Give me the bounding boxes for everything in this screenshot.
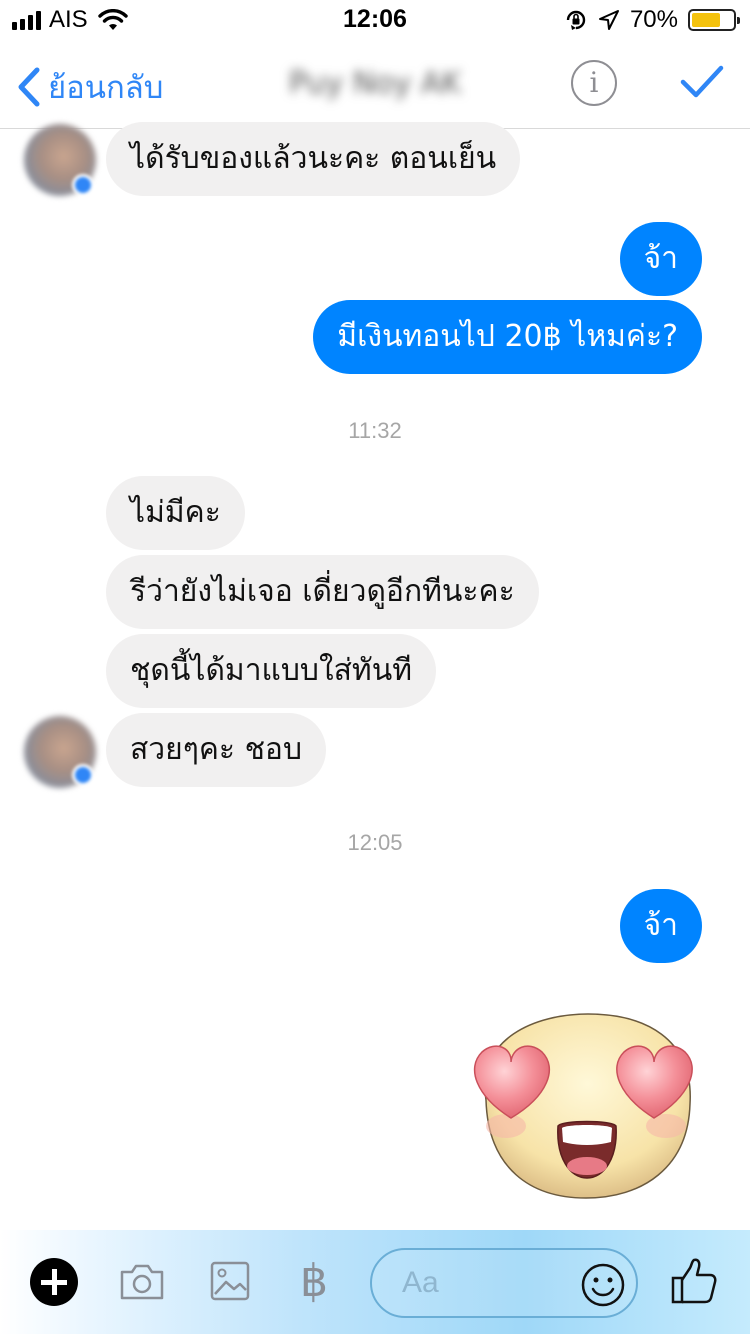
- message-input-placeholder: Aa: [402, 1266, 439, 1299]
- battery-icon: [688, 9, 740, 31]
- message-bubble-incoming[interactable]: ได้รับของแล้วนะคะ ตอนเย็น: [106, 122, 521, 196]
- messenger-badge-icon: [72, 764, 94, 786]
- heart-eyes-emoji-sticker[interactable]: [466, 1008, 706, 1208]
- checkmark-icon[interactable]: [680, 64, 724, 100]
- message-bubble-incoming[interactable]: สวยๆคะ ชอบ: [106, 713, 326, 787]
- message-bubble-outgoing[interactable]: มีเงินทอนไป 20฿ ไหมค่ะ?: [313, 300, 702, 374]
- message-bubble-outgoing[interactable]: จ้า: [619, 889, 702, 963]
- orientation-lock-icon: [566, 10, 586, 30]
- info-button[interactable]: i: [571, 60, 617, 106]
- baht-icon[interactable]: ฿: [300, 1254, 328, 1310]
- message-bubble-incoming[interactable]: ไม่มีคะ: [106, 476, 245, 550]
- battery-percent: 70%: [629, 6, 678, 33]
- messenger-badge-icon: [72, 174, 94, 196]
- message-composer: ฿ Aa: [0, 1230, 750, 1334]
- thumbs-up-icon[interactable]: [670, 1256, 718, 1306]
- battery-fill: [692, 13, 720, 27]
- timestamp: 11:32: [348, 418, 402, 443]
- camera-icon[interactable]: [118, 1260, 166, 1302]
- conversation-header: ย้อนกลับ Puy Noy AK i: [0, 40, 750, 129]
- message-bubble-incoming[interactable]: รีว่ายังไม่เจอ เดี่ยวดูอีกทีนะคะ: [106, 555, 539, 629]
- message-bubble-incoming[interactable]: ชุดนี้ได้มาแบบใส่ทันที: [106, 634, 436, 708]
- plus-icon[interactable]: [30, 1258, 78, 1306]
- message-bubble-outgoing[interactable]: จ้า: [619, 222, 702, 296]
- image-icon[interactable]: [210, 1260, 250, 1302]
- location-arrow-icon: [598, 10, 619, 30]
- status-right: 70%: [564, 6, 740, 34]
- status-bar: AIS 12:06 70%: [0, 0, 750, 40]
- smiley-icon[interactable]: [580, 1262, 626, 1308]
- timestamp: 12:05: [347, 830, 403, 855]
- contact-name[interactable]: Puy Noy AK: [0, 66, 750, 101]
